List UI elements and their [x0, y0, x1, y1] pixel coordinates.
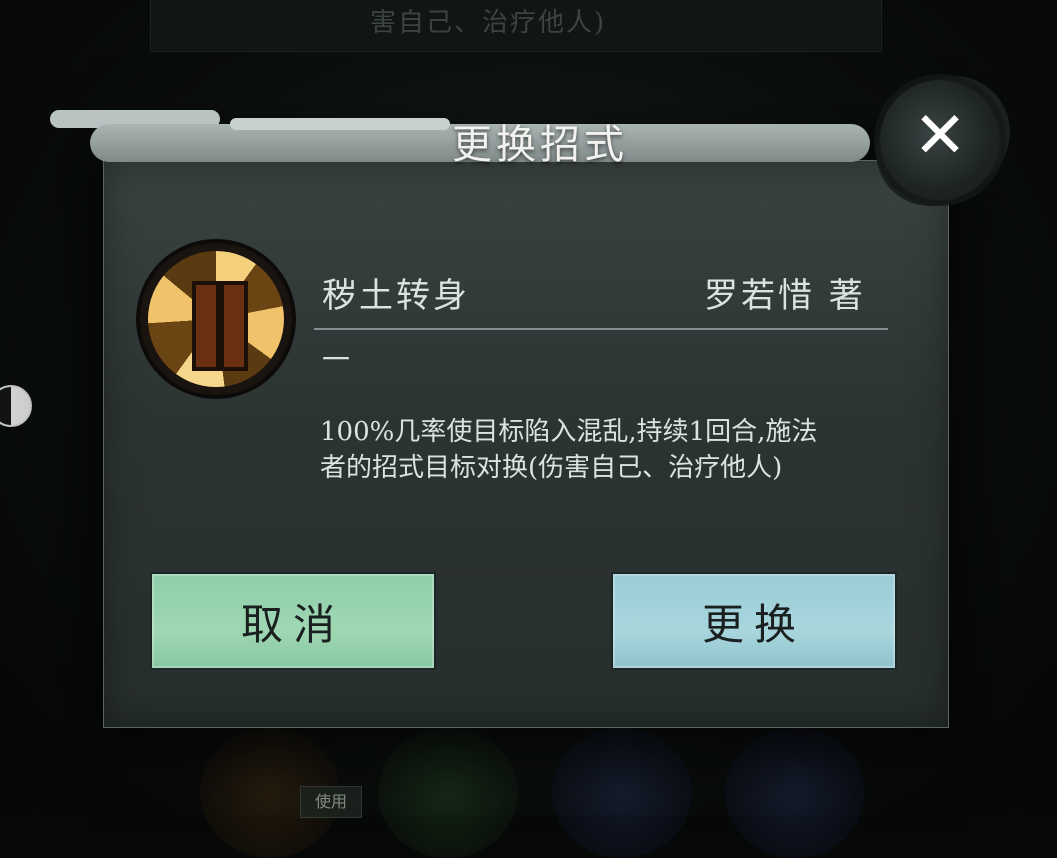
close-button[interactable]: ✕ — [872, 72, 1008, 208]
dialog-title: 更换招式 — [452, 122, 628, 168]
cancel-button[interactable]: 取消 — [150, 572, 436, 670]
close-icon: ✕ — [913, 99, 967, 173]
skill-name: 秽土转身 — [322, 276, 470, 316]
use-tag: 使用 — [300, 786, 362, 818]
skill-description: 100%几率使目标陷入混乱,持续1回合,施法者的招式目标对换(伤害自己、治疗他人… — [320, 417, 818, 483]
background-hint-text: 害自己、治疗他人) — [370, 8, 607, 38]
background-skill-slot-3 — [552, 728, 692, 858]
pillar-skill-icon — [140, 243, 292, 395]
cloud-stroke — [230, 118, 450, 130]
background-skill-slot-4 — [725, 728, 865, 858]
swap-button[interactable]: 更换 — [611, 572, 897, 670]
skill-icon-pillar — [192, 281, 220, 371]
skill-author: 罗若惜 著 — [704, 276, 866, 316]
background-skill-slot-2 — [378, 728, 518, 858]
divider — [314, 328, 888, 330]
skill-level: 一 — [322, 343, 351, 376]
skill-icon-pillar — [220, 281, 248, 371]
